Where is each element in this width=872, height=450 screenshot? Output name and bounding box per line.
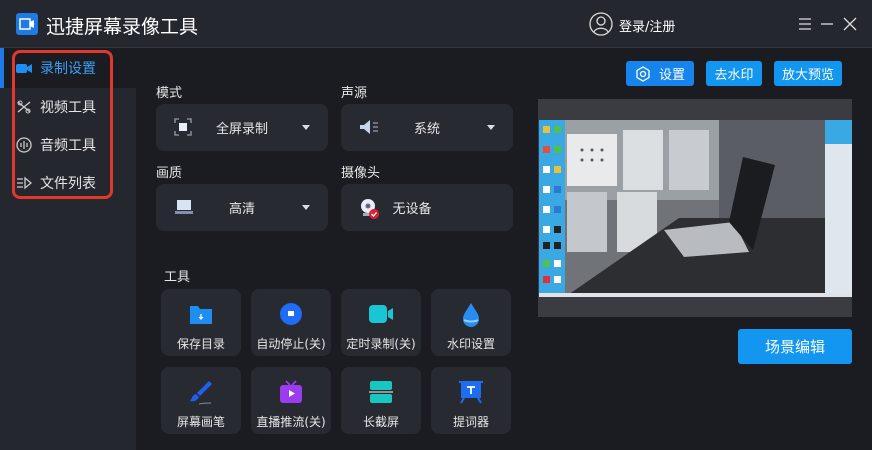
audio-source-label: 声源 [341,86,368,101]
active-indicator [0,48,4,88]
sidebar-item-label: 视频工具 [40,100,96,116]
sidebar-item-label: 录制设置 [40,61,96,77]
sidebar-item-audio-tools[interactable]: 音频工具 [0,126,136,164]
audio-source-dropdown[interactable]: 系统 [341,104,513,151]
sidebar-item-label: 音频工具 [40,138,96,154]
tool-live-stream[interactable]: 直播推流(关) [251,367,331,434]
mode-label: 模式 [156,86,183,101]
camera-icon [369,302,393,326]
tv-icon [279,380,303,404]
user-avatar-icon[interactable] [589,12,613,36]
login-link[interactable]: 登录/注册 [619,16,675,35]
teleprompter-icon [459,380,483,404]
video-tools-icon [16,99,32,115]
tool-teleprompter[interactable]: 提词器 [431,367,511,434]
sidebar-item-record-settings[interactable]: 录制设置 [0,48,136,88]
water-drop-icon [459,302,483,327]
folder-icon [189,302,213,326]
tools-label: 工具 [164,270,191,285]
app-logo-icon [16,13,38,35]
sidebar: 录制设置 视频工具 音频工具 文件列表 [0,48,136,450]
title-bar: 迅捷屏幕录像工具 登录/注册 [0,0,872,48]
app-title: 迅捷屏幕录像工具 [46,16,199,38]
tool-scheduled-record[interactable]: 定时录制(关) [341,289,421,356]
file-list-icon [16,175,32,191]
tool-long-screenshot[interactable]: 长截屏 [341,367,421,434]
chevron-down-icon [302,205,310,210]
quality-label: 画质 [156,166,183,181]
video-camera-icon [16,60,32,76]
tool-save-directory[interactable]: 保存目录 [161,289,241,356]
camera-field: 无设备 [341,184,513,231]
sidebar-item-label: 文件列表 [40,176,96,192]
long-screenshot-icon [369,380,393,404]
scene-edit-button[interactable]: 场景编辑 [738,329,852,364]
tool-screen-pen[interactable]: 屏幕画笔 [161,367,241,434]
brush-icon [189,380,213,405]
quality-dropdown[interactable]: 高清 [156,184,328,231]
remove-watermark-button[interactable]: 去水印 [706,61,762,86]
tool-watermark-settings[interactable]: 水印设置 [431,289,511,356]
gear-icon [635,65,651,82]
minimize-icon[interactable] [820,17,834,31]
chevron-down-icon [487,125,495,130]
sidebar-item-file-list[interactable]: 文件列表 [0,164,136,202]
settings-button[interactable]: 设置 [626,61,694,86]
tool-auto-stop[interactable]: 自动停止(关) [251,289,331,356]
camera-value: 无设备 [392,202,432,217]
menu-icon[interactable] [798,17,812,31]
audio-icon [16,137,32,153]
stop-icon [279,302,303,326]
close-icon[interactable] [843,17,857,31]
camera-label: 摄像头 [341,166,381,181]
enlarge-preview-button[interactable]: 放大预览 [774,61,842,86]
sidebar-item-video-tools[interactable]: 视频工具 [0,88,136,126]
screen-preview-image [539,120,852,297]
mode-dropdown[interactable]: 全屏录制 [156,104,328,151]
chevron-down-icon [302,125,310,130]
